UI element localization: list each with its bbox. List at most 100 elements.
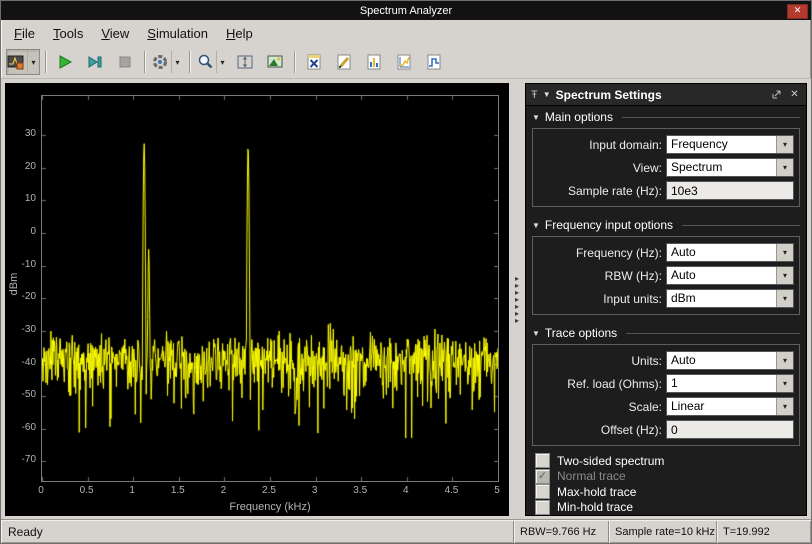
menu-tools[interactable]: Tools xyxy=(44,22,92,45)
collapse-panel-icon[interactable]: ▼ xyxy=(543,90,551,99)
peak-finder-button[interactable] xyxy=(330,49,358,75)
section-collapse-icon[interactable]: ▼ xyxy=(532,113,540,122)
y-tick-label: 10 xyxy=(5,193,36,205)
chevron-down-icon[interactable]: ▾ xyxy=(776,375,793,392)
cursor-measurements-icon xyxy=(305,53,323,71)
section-main-options[interactable]: ▼ Main options xyxy=(526,106,806,126)
chevron-down-icon[interactable]: ▾ xyxy=(776,352,793,369)
frequency-row: Frequency (Hz): Auto ▾ xyxy=(538,241,794,264)
peak-finder-icon xyxy=(335,53,353,71)
view-dropdown[interactable]: Spectrum ▾ xyxy=(666,158,794,177)
x-tick-label: 4 xyxy=(389,485,423,497)
input-units-label: Input units: xyxy=(538,292,662,306)
menu-view[interactable]: View xyxy=(92,22,138,45)
x-tick-label: 1 xyxy=(115,485,149,497)
snapshot-button[interactable] xyxy=(261,49,289,75)
checkbox-icon[interactable]: ✓ xyxy=(535,453,550,468)
y-tick-label: -30 xyxy=(5,324,36,336)
toolbar: ▾ ▾ ▾ xyxy=(1,46,811,79)
units-label: Units: xyxy=(538,354,662,368)
zoom-button[interactable]: ▾ xyxy=(195,49,229,75)
snapshot-icon xyxy=(266,53,284,71)
spectrum-settings-toggle-button[interactable]: ▾ xyxy=(6,49,40,75)
units-row: Units: Auto ▾ xyxy=(538,349,794,372)
input-units-dropdown[interactable]: dBm ▾ xyxy=(666,289,794,308)
min-hold-trace-checkbox[interactable]: ✓ Min-hold trace xyxy=(526,500,806,516)
step-forward-button[interactable] xyxy=(81,49,109,75)
close-panel-icon[interactable]: ✕ xyxy=(788,88,801,101)
settings-title: Spectrum Settings xyxy=(556,88,765,102)
status-bar: Ready RBW=9.766 Hz Sample rate=10 kHz T=… xyxy=(1,520,811,543)
run-button[interactable] xyxy=(51,49,79,75)
y-tick-label: -10 xyxy=(5,259,36,271)
cursor-measurements-button[interactable] xyxy=(300,49,328,75)
chevron-down-icon[interactable]: ▾ xyxy=(27,51,39,73)
undock-panel-icon[interactable] xyxy=(770,88,783,101)
toolbar-separator xyxy=(294,51,295,73)
section-collapse-icon[interactable]: ▼ xyxy=(532,221,540,230)
sample-rate-status: Sample rate=10 kHz xyxy=(608,521,716,543)
ref-load-combo[interactable]: 1 ▾ xyxy=(666,374,794,393)
chevron-down-icon[interactable]: ▾ xyxy=(171,51,183,73)
chevron-down-icon[interactable]: ▾ xyxy=(216,51,228,73)
chevron-down-icon[interactable]: ▾ xyxy=(776,244,793,261)
checkbox-icon[interactable]: ✓ xyxy=(535,500,550,515)
run-icon xyxy=(56,53,74,71)
plot-area[interactable] xyxy=(41,95,499,482)
checkbox-icon[interactable]: ✓ xyxy=(535,484,550,499)
two-sided-spectrum-checkbox[interactable]: ✓ Two-sided spectrum xyxy=(526,453,806,469)
fit-to-view-icon xyxy=(236,53,254,71)
chevron-down-icon[interactable]: ▾ xyxy=(776,159,793,176)
x-tick-label: 2.5 xyxy=(252,485,286,497)
menu-help[interactable]: Help xyxy=(217,22,262,45)
settings-header: Ŧ ▼ Spectrum Settings ✕ xyxy=(526,84,806,106)
x-tick-label: 5 xyxy=(480,485,514,497)
chevron-down-icon[interactable]: ▾ xyxy=(776,267,793,284)
spectral-mask-button[interactable] xyxy=(420,49,448,75)
checkbox-icon[interactable]: ✓ xyxy=(535,469,550,484)
frequency-label: Frequency (Hz): xyxy=(538,246,662,260)
ccdf-measurements-button[interactable] xyxy=(390,49,418,75)
input-domain-dropdown[interactable]: Frequency ▾ xyxy=(666,135,794,154)
main-options-group: Input domain: Frequency ▾ View: Spectrum… xyxy=(532,128,800,207)
chevron-down-icon[interactable]: ▾ xyxy=(776,136,793,153)
splitter-arrow-icon[interactable]: ▸ xyxy=(515,317,519,324)
scale-label: Scale: xyxy=(538,400,662,414)
offset-input[interactable] xyxy=(666,420,794,439)
frequency-combo[interactable]: Auto ▾ xyxy=(666,243,794,262)
fit-to-view-button[interactable] xyxy=(231,49,259,75)
max-hold-trace-checkbox[interactable]: ✓ Max-hold trace xyxy=(526,484,806,500)
frequency-options-group: Frequency (Hz): Auto ▾ RBW (Hz): Auto ▾ … xyxy=(532,236,800,315)
panel-splitter[interactable]: ▸ ▸ ▸ ▸ ▸ ▸ ▸ xyxy=(509,83,525,516)
rbw-combo[interactable]: Auto ▾ xyxy=(666,266,794,285)
ref-load-label: Ref. load (Ohms): xyxy=(538,377,662,391)
sample-rate-label: Sample rate (Hz): xyxy=(538,184,662,198)
units-combo[interactable]: Auto ▾ xyxy=(666,351,794,370)
scale-dropdown[interactable]: Linear ▾ xyxy=(666,397,794,416)
rbw-label: RBW (Hz): xyxy=(538,269,662,283)
x-tick-label: 1.5 xyxy=(161,485,195,497)
spectrum-canvas[interactable] xyxy=(42,96,498,481)
chevron-down-icon[interactable]: ▾ xyxy=(776,290,793,307)
y-tick-label: -60 xyxy=(5,422,36,434)
menu-file[interactable]: File xyxy=(5,22,44,45)
distortion-measurements-button[interactable] xyxy=(360,49,388,75)
sample-rate-input[interactable] xyxy=(666,181,794,200)
y-tick-label: -20 xyxy=(5,291,36,303)
input-domain-row: Input domain: Frequency ▾ xyxy=(538,133,794,156)
section-collapse-icon[interactable]: ▼ xyxy=(532,329,540,338)
chevron-down-icon[interactable]: ▾ xyxy=(776,398,793,415)
section-frequency-options[interactable]: ▼ Frequency input options xyxy=(526,214,806,234)
menu-simulation[interactable]: Simulation xyxy=(138,22,217,45)
normal-trace-checkbox[interactable]: ✓ Normal trace xyxy=(526,469,806,485)
stop-button[interactable] xyxy=(111,49,139,75)
y-tick-label: 0 xyxy=(5,226,36,238)
simulation-options-icon xyxy=(151,53,169,71)
spectrum-settings-panel: Ŧ ▼ Spectrum Settings ✕ ▼ Main options I… xyxy=(525,83,807,516)
window-close-button[interactable]: ✕ xyxy=(787,4,808,19)
trace-options-group: Units: Auto ▾ Ref. load (Ohms): 1 ▾ Scal… xyxy=(532,344,800,446)
simulation-options-button[interactable]: ▾ xyxy=(150,49,184,75)
y-tick-label: -50 xyxy=(5,389,36,401)
panel-grip-icon[interactable]: Ŧ xyxy=(531,89,538,101)
section-trace-options[interactable]: ▼ Trace options xyxy=(526,322,806,342)
